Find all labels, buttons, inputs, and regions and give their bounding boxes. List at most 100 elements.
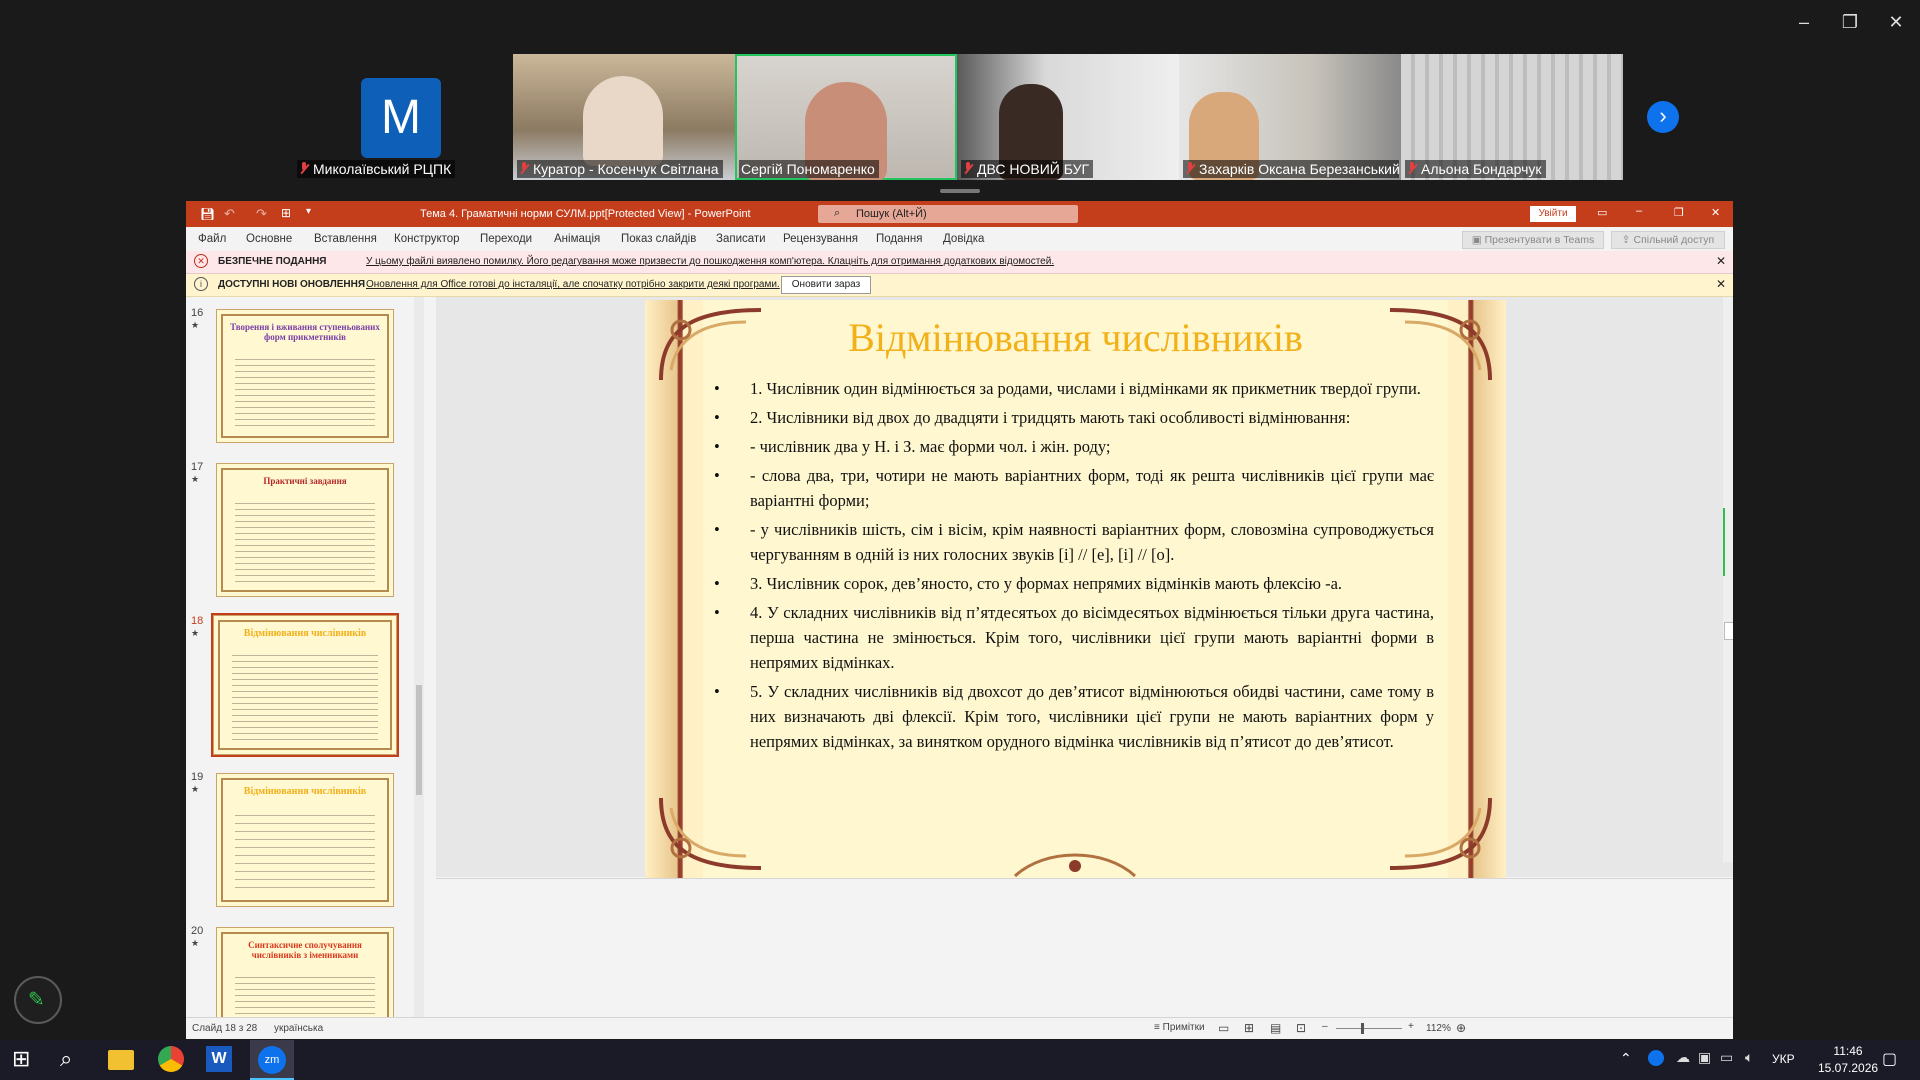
- slide-counter: Слайд 18 з 28: [192, 1023, 258, 1034]
- slide-number: 19: [191, 771, 204, 783]
- participant-tile[interactable]: Альона Бондарчук: [1401, 54, 1623, 180]
- zoom-slider-thumb[interactable]: [1361, 1023, 1364, 1034]
- ribbon-display-icon[interactable]: ▭: [1597, 206, 1607, 219]
- fit-to-window-icon[interactable]: ⊕: [1456, 1021, 1466, 1035]
- clock-date[interactable]: 15.07.2026: [1818, 1061, 1878, 1075]
- participant-tile[interactable]: Куратор - Косенчук Світлана: [513, 54, 735, 180]
- network-icon[interactable]: ▣: [1698, 1049, 1711, 1066]
- tab-view[interactable]: Подання: [876, 233, 922, 245]
- tab-help[interactable]: Довідка: [943, 233, 984, 245]
- tray-expand-icon[interactable]: ⌃: [1620, 1050, 1632, 1067]
- slide-sorter-icon[interactable]: ⊞: [1244, 1021, 1254, 1035]
- cloud-icon[interactable]: ☁: [1676, 1049, 1690, 1066]
- save-icon[interactable]: 💾︎: [200, 207, 215, 221]
- gallery-resize-handle[interactable]: [940, 189, 980, 193]
- slide-title: Відмінювання числівників: [848, 315, 1303, 360]
- input-language[interactable]: УКР: [1772, 1052, 1795, 1066]
- tab-review[interactable]: Рецензування: [783, 233, 858, 245]
- updates-bar: i ДОСТУПНІ НОВІ ОНОВЛЕННЯ Оновлення для …: [186, 274, 1733, 297]
- slide-thumbnail[interactable]: Синтаксичне сполучування числівників з і…: [216, 927, 394, 1017]
- bottom-ornament: [1013, 853, 1137, 878]
- slide-thumbnail[interactable]: Творення і вживання ступеньованих форм п…: [216, 309, 394, 443]
- slide-thumbnail[interactable]: Практичні завдання: [216, 463, 394, 597]
- participant-tile[interactable]: Захарків Оксана Березанський ...: [1179, 54, 1401, 180]
- tab-design[interactable]: Конструктор: [394, 233, 460, 245]
- zoom-app-active[interactable]: zm: [250, 1040, 294, 1080]
- minimize-icon[interactable]: –: [1636, 205, 1642, 217]
- maximize-icon[interactable]: ❐: [1674, 206, 1684, 219]
- notes-button[interactable]: ≡ Примітки: [1154, 1022, 1205, 1033]
- slide-canvas[interactable]: Відмінювання числівників • 1. Числівник о…: [645, 300, 1506, 878]
- redo-icon[interactable]: ↷: [256, 206, 267, 222]
- message-link[interactable]: Оновлення для Office готові до інсталяці…: [366, 279, 780, 290]
- close-window-button[interactable]: ✕: [1876, 10, 1916, 34]
- slide-number: 18: [191, 615, 204, 627]
- tab-home[interactable]: Основне: [246, 233, 292, 245]
- start-slideshow-icon[interactable]: ⊞: [281, 206, 291, 220]
- zoom-in-icon[interactable]: +: [1408, 1021, 1414, 1032]
- tab-animations[interactable]: Анімація: [554, 233, 600, 245]
- tab-insert[interactable]: Вставлення: [314, 233, 377, 245]
- search-box[interactable]: ⌕ Пошук (Alt+Й): [818, 205, 1078, 223]
- zoom-level[interactable]: 112%: [1426, 1023, 1451, 1034]
- zoom-slider[interactable]: [1336, 1028, 1402, 1029]
- slide-thumbnail[interactable]: Відмінювання числівників: [216, 773, 394, 907]
- thumbnail-title: Творення і вживання ступеньованих форм п…: [230, 322, 380, 342]
- vertical-scrollbar[interactable]: [1723, 297, 1733, 862]
- normal-view-icon[interactable]: ▭: [1218, 1021, 1229, 1035]
- windows-start-icon[interactable]: ⊞: [12, 1046, 40, 1074]
- slide-thumbnail-selected[interactable]: Відмінювання числівників: [211, 613, 399, 757]
- zoom-out-icon[interactable]: –: [1322, 1021, 1328, 1032]
- chrome-icon[interactable]: [158, 1046, 184, 1072]
- tab-file[interactable]: Файл: [198, 233, 226, 245]
- close-icon[interactable]: ✕: [1711, 206, 1720, 219]
- clock-time[interactable]: 11:46: [1818, 1044, 1878, 1058]
- participant-name: Захарків Оксана Березанський ...: [1199, 161, 1399, 177]
- slide-body: • 1. Числівник один відмінюється за родам…: [714, 376, 1434, 758]
- language-indicator[interactable]: українська: [274, 1023, 323, 1034]
- scrollbar-thumb[interactable]: [1724, 622, 1733, 640]
- tab-record[interactable]: Записати: [716, 233, 766, 245]
- slide-number: 16: [191, 307, 204, 319]
- powerpoint-window: 💾︎ ↶ ↷ ⊞ ▾ Тема 4. Граматичні норми СУЛМ…: [186, 201, 1733, 1039]
- participant-name: Куратор - Косенчук Світлана: [533, 161, 719, 177]
- restore-window-button[interactable]: ❐: [1830, 10, 1870, 34]
- notes-area[interactable]: [436, 878, 1733, 1019]
- zoom-tray-icon[interactable]: [1648, 1050, 1664, 1066]
- window-title: Тема 4. Граматичні норми СУЛМ.ppt[Protec…: [420, 208, 751, 220]
- volume-icon[interactable]: 🔈︎: [1745, 1049, 1753, 1066]
- mic-muted-icon: [1407, 162, 1417, 175]
- slideshow-icon[interactable]: ⊡: [1296, 1021, 1306, 1035]
- file-explorer-icon[interactable]: [108, 1050, 134, 1070]
- minimize-window-button[interactable]: –: [1784, 10, 1824, 34]
- present-in-teams-button[interactable]: ▣ Презентувати в Teams: [1462, 231, 1604, 249]
- slide-thumbnail-pane[interactable]: 16 ★ Творення і вживання ступеньованих ф…: [186, 297, 426, 1017]
- tab-slideshow[interactable]: Показ слайдів: [621, 233, 696, 245]
- message-link[interactable]: У цьому файлі виявлено помилку. Його ред…: [366, 256, 1054, 267]
- scrollbar-thumb[interactable]: [416, 685, 422, 795]
- ribbon-tabs: Файл Основне Вставлення Конструктор Пере…: [186, 227, 1733, 251]
- search-icon[interactable]: ⌕: [60, 1046, 88, 1074]
- next-page-icon[interactable]: ›: [1647, 101, 1679, 133]
- bullet-item: • 5. У складних числівників від двохсот д…: [714, 682, 1434, 751]
- undo-icon[interactable]: ↶: [224, 206, 235, 222]
- close-message-icon[interactable]: ✕: [1716, 254, 1726, 268]
- update-now-button[interactable]: Оновити зараз: [781, 276, 871, 294]
- word-icon[interactable]: W: [206, 1046, 232, 1072]
- thumbnail-scrollbar[interactable]: [414, 297, 424, 1017]
- participant-tile[interactable]: ДВС НОВИЙ БУГ: [957, 54, 1179, 180]
- battery-icon[interactable]: ▭: [1720, 1049, 1733, 1066]
- tab-transitions[interactable]: Переходи: [480, 233, 532, 245]
- sign-in-button[interactable]: Увійти: [1530, 206, 1576, 222]
- annotate-pen-button[interactable]: ✎: [14, 976, 62, 1024]
- slide-number: 17: [191, 461, 204, 473]
- close-message-icon[interactable]: ✕: [1716, 277, 1726, 291]
- share-button[interactable]: ⇪ Спільний доступ: [1611, 231, 1725, 249]
- zoom-app-icon: zm: [258, 1046, 286, 1074]
- customize-toolbar-icon[interactable]: ▾: [306, 206, 311, 217]
- participant-tile[interactable]: M Миколаївський РЦПК: [293, 54, 511, 180]
- participant-tile-active[interactable]: Сергій Пономаренко: [735, 54, 957, 180]
- reading-view-icon[interactable]: ▤: [1270, 1021, 1281, 1035]
- notifications-icon[interactable]: ▢: [1882, 1049, 1897, 1069]
- message-title: ДОСТУПНІ НОВІ ОНОВЛЕННЯ: [218, 279, 366, 290]
